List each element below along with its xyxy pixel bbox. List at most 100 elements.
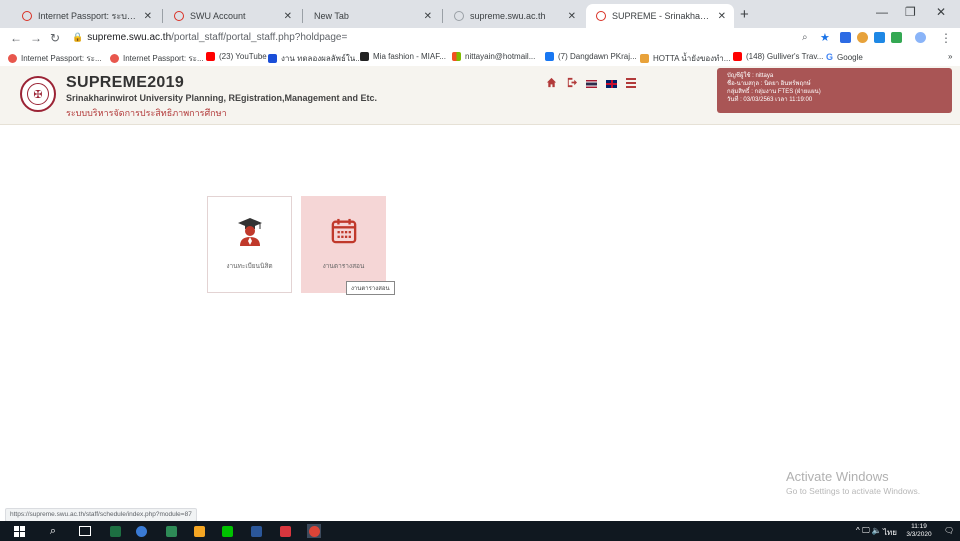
clock-time: 11:19	[911, 523, 927, 530]
tab-separator	[302, 9, 303, 23]
task-view-icon[interactable]	[78, 524, 92, 538]
bookmark-item[interactable]: Mia fashion - MIAF...	[360, 52, 446, 61]
browser-menu-icon[interactable]: ⋮	[940, 31, 952, 45]
start-button[interactable]	[12, 524, 26, 538]
forward-icon[interactable]: →	[30, 31, 42, 45]
bookmark-star-icon[interactable]: ★	[820, 31, 830, 44]
url-host: supreme.swu.ac.th	[87, 32, 172, 43]
home-icon[interactable]	[546, 77, 557, 91]
bookmark-favicon-icon	[268, 54, 277, 63]
extension-icon[interactable]	[857, 32, 868, 43]
browser-tab[interactable]: Internet Passport: ระบบยืนยันตัวตนฯ ✕	[12, 4, 160, 28]
url-field[interactable]: 🔒 supreme.swu.ac.th/portal_staff/portal_s…	[72, 32, 347, 43]
taskbar-clock[interactable]: 11:19 3/3/2020	[904, 523, 934, 539]
university-logo[interactable]: ✠	[20, 76, 56, 112]
user-datetime-line: วันที่ : 03/03/2563 เวลา 11:19:00	[727, 97, 813, 103]
internet-passport-favicon-icon	[22, 11, 32, 21]
site-header: ✠ SUPREME2019 Srinakharinwirot Universit…	[0, 66, 960, 125]
bookmark-item[interactable]: (7) Dangdawn PKraj...	[545, 52, 637, 61]
bookmark-favicon-icon	[110, 54, 119, 63]
restore-icon[interactable]: ❐	[905, 5, 916, 19]
bookmark-item[interactable]: G Google	[826, 52, 863, 62]
close-window-icon[interactable]: ✕	[936, 5, 946, 19]
word-icon[interactable]	[249, 524, 263, 538]
tab-close-icon[interactable]: ✕	[284, 11, 292, 22]
extension-icon[interactable]	[840, 32, 851, 43]
bookmark-item[interactable]: (23) YouTube	[206, 52, 267, 61]
menu-list-icon[interactable]	[626, 77, 636, 91]
google-icon: G	[826, 52, 834, 62]
student-registration-card[interactable]: งานทะเบียนนิสิต	[207, 196, 292, 293]
tray-icons[interactable]: ^ 🖵 🔈	[856, 526, 882, 536]
site-title: SUPREME2019	[66, 74, 185, 91]
windows-taskbar: ⌕ ^ 🖵 🔈 ไทย 11:19 3/3/2020 🗨	[0, 521, 960, 541]
bookmark-favicon-icon	[640, 54, 649, 63]
calendar-icon	[331, 217, 357, 247]
link-status-bar: https://supreme.swu.ac.th/staff/schedule…	[5, 508, 197, 522]
browser-tab[interactable]: New Tab ✕	[304, 4, 440, 28]
line-app-icon[interactable]	[220, 524, 234, 538]
browser-tab[interactable]: supreme.swu.ac.th ✕	[444, 4, 584, 28]
tab-title: SWU Account	[190, 11, 246, 21]
new-tab-icon[interactable]: +	[740, 6, 749, 23]
youtube-icon	[206, 52, 215, 61]
bookmark-item[interactable]: Internet Passport: ระ...	[8, 52, 102, 65]
reload-icon[interactable]: ↻	[50, 31, 60, 45]
language-indicator[interactable]: ไทย	[883, 526, 897, 539]
media-player-icon[interactable]	[134, 524, 148, 538]
bookmark-item[interactable]: งาน ทดลองผลลัพธ์ใน...	[268, 52, 362, 65]
app-icon[interactable]	[192, 524, 206, 538]
windows-logo-icon	[13, 525, 25, 537]
tab-title: supreme.swu.ac.th	[470, 11, 546, 21]
excel-icon[interactable]	[108, 524, 122, 538]
zoom-icon[interactable]: ⌕	[802, 32, 808, 43]
address-bar: ← → ↻ 🔒 supreme.swu.ac.th/portal_staff/po…	[0, 28, 960, 49]
activate-windows-subtitle: Go to Settings to activate Windows.	[786, 486, 921, 496]
pdf-reader-icon[interactable]	[278, 524, 292, 538]
chrome-taskbar-icon[interactable]	[307, 524, 321, 538]
bookmarks-bar: Internet Passport: ระ... Internet Passpo…	[0, 49, 960, 67]
english-language-flag-icon[interactable]	[606, 80, 617, 88]
card-tooltip: งานตารางสอน	[346, 281, 395, 295]
photos-icon[interactable]	[164, 524, 178, 538]
tab-separator	[442, 9, 443, 23]
notification-icon[interactable]: 🗨	[944, 526, 954, 535]
search-icon[interactable]: ⌕	[46, 524, 60, 538]
logout-icon[interactable]	[566, 77, 577, 91]
extension-icon[interactable]	[891, 32, 902, 43]
loading-favicon-icon	[454, 11, 464, 21]
tab-title: New Tab	[314, 11, 349, 21]
teaching-schedule-card[interactable]: งานตารางสอน	[301, 196, 386, 293]
facebook-icon	[545, 52, 554, 61]
extension-icon[interactable]	[874, 32, 885, 43]
bookmark-item[interactable]: Internet Passport: ระ...	[110, 52, 204, 65]
user-group-line: กลุ่มสิทธิ์ : กลุ่มงาน FTES (ฝ่ายแผน)	[727, 89, 821, 95]
card-label: งานทะเบียนนิสิต	[226, 263, 273, 270]
site-subtitle: Srinakharinwirot University Planning, RE…	[66, 93, 378, 103]
bookmark-favicon-icon	[8, 54, 17, 63]
activate-windows-title: Activate Windows	[786, 469, 889, 484]
bookmark-item[interactable]: HOTTA น้ำยังของทำ...	[640, 52, 730, 65]
tab-close-icon[interactable]: ✕	[424, 11, 432, 22]
browser-tab-active[interactable]: SUPREME - Srinakharinwirot Uni ✕	[586, 4, 734, 28]
browser-tab[interactable]: SWU Account ✕	[164, 4, 300, 28]
user-account-line: บัญชีผู้ใช้ : nittaya	[727, 73, 774, 79]
bookmark-favicon-icon	[360, 52, 369, 61]
bookmark-item[interactable]: (148) Gulliver's Trav...	[733, 52, 823, 61]
thai-language-flag-icon[interactable]	[586, 80, 597, 88]
back-icon[interactable]: ←	[10, 31, 22, 45]
user-info-panel: บัญชีผู้ใช้ : nittaya ชื่อ-นามสกุล : นิต…	[717, 68, 952, 113]
bookmark-item[interactable]: nittayain@hotmail...	[452, 52, 535, 61]
minimize-icon[interactable]: —	[876, 5, 888, 19]
site-thai-subtitle: ระบบบริหารจัดการประสิทธิภาพการศึกษา	[66, 108, 227, 118]
tab-close-icon[interactable]: ✕	[144, 11, 152, 22]
profile-avatar[interactable]	[915, 32, 926, 43]
url-path: /portal_staff/portal_staff.php?holdpage=	[171, 32, 348, 43]
bookmarks-overflow-icon[interactable]: »	[948, 52, 952, 61]
lock-icon: 🔒	[72, 32, 84, 42]
tab-close-icon[interactable]: ✕	[718, 11, 726, 22]
tab-close-icon[interactable]: ✕	[568, 11, 576, 22]
browser-tab-strip: Internet Passport: ระบบยืนยันตัวตนฯ ✕ SW…	[0, 0, 960, 28]
user-name-line: ชื่อ-นามสกุล : นิตยา อินทร์พฤกษ์	[727, 81, 811, 87]
supreme-favicon-icon	[596, 11, 606, 21]
